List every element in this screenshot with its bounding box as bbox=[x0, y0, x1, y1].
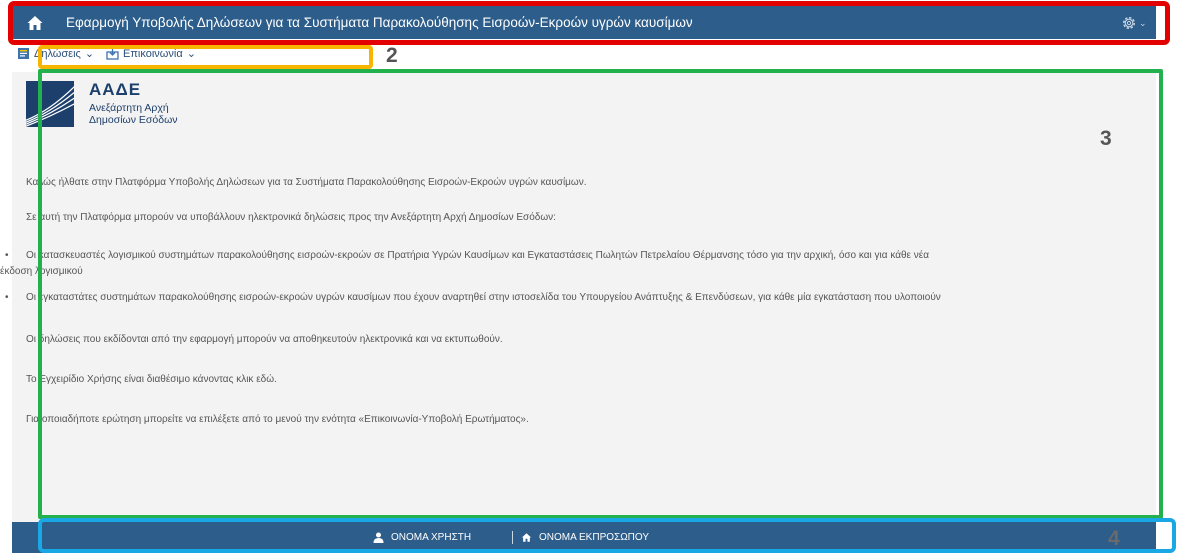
username-label: ΟΝΟΜΑ ΧΡΗΣΤΗ bbox=[391, 532, 472, 543]
document-icon bbox=[18, 48, 29, 59]
chevron-down-icon: ⌄ bbox=[1139, 17, 1147, 28]
bullet-icon: • bbox=[5, 250, 9, 261]
manual-paragraph[interactable]: Το Εγχειρίδιο Χρήσης είναι διαθέσιμο κάν… bbox=[26, 373, 277, 387]
representative-label: ΟΝΟΜΑ ΕΚΠΡΟΣΩΠΟΥ bbox=[539, 532, 650, 543]
aade-logo-mark bbox=[26, 81, 74, 127]
footer-divider bbox=[512, 531, 513, 544]
list-item-text-continued: έκδοση λογισμικού bbox=[0, 266, 83, 277]
user-icon bbox=[373, 532, 384, 543]
app-header: Εφαρμογή Υποβολής Δηλώσεων για τα Συστήμ… bbox=[12, 6, 1156, 39]
chevron-down-icon: ⌄ bbox=[84, 48, 95, 60]
footer-username[interactable]: ΟΝΟΜΑ ΧΡΗΣΤΗ bbox=[373, 532, 471, 543]
list-item-text: Οι κατασκευαστές λογισμικού συστημάτων π… bbox=[26, 250, 930, 261]
logo-abbreviation: ΑΑΔΕ bbox=[89, 80, 142, 99]
menu-item-label: Δηλώσεις bbox=[34, 47, 81, 60]
menu-item-declarations[interactable]: Δηλώσεις ⌄ bbox=[17, 47, 94, 60]
inbox-icon bbox=[106, 48, 119, 60]
intro-paragraph: Σε αυτή την Πλατφόρμα μπορούν να υποβάλλ… bbox=[26, 212, 556, 223]
bullet-icon: • bbox=[5, 292, 9, 303]
chevron-down-icon: ⌄ bbox=[186, 48, 196, 60]
annotation-number-4: 4 bbox=[1108, 527, 1120, 550]
home-button[interactable] bbox=[26, 14, 44, 32]
home-icon bbox=[521, 533, 532, 542]
gear-icon bbox=[1122, 16, 1136, 30]
annotation-number-3: 3 bbox=[1100, 127, 1112, 150]
settings-button[interactable]: ⌄ bbox=[1120, 13, 1150, 33]
questions-paragraph: Για οποιαδήποτε ερώτηση μπορείτε να επιλ… bbox=[26, 414, 529, 425]
app-title: Εφαρμογή Υποβολής Δηλώσεων για τα Συστήμ… bbox=[66, 15, 693, 30]
list-item-text: Οι εγκαταστάτες συστημάτων παρακολούθηση… bbox=[26, 292, 941, 303]
logo-name-line-2: Δημοσίων Εσόδων bbox=[89, 114, 178, 126]
aade-logo: ΑΑΔΕ Ανεξάρτητη Αρχή Δημοσίων Εσόδων bbox=[26, 80, 226, 131]
save-print-paragraph: Οι δηλώσεις που εκδίδονται από την εφαρμ… bbox=[26, 334, 503, 345]
annotation-number-2: 2 bbox=[386, 44, 398, 67]
app-footer: ΟΝΟΜΑ ΧΡΗΣΤΗ ΟΝΟΜΑ ΕΚΠΡΟΣΩΠΟΥ bbox=[12, 522, 1156, 553]
menu-item-label: Επικοινωνία bbox=[123, 47, 183, 60]
welcome-paragraph: Καλώς ήλθατε στην Πλατφόρμα Υποβολής Δηλ… bbox=[26, 177, 587, 188]
home-icon bbox=[27, 16, 43, 30]
footer-representative[interactable]: ΟΝΟΜΑ ΕΚΠΡΟΣΩΠΟΥ bbox=[521, 532, 649, 543]
logo-name-line-1: Ανεξάρτητη Αρχή bbox=[89, 102, 169, 114]
menu-bar: Δηλώσεις ⌄ Επικοινωνία ⌄ bbox=[12, 40, 1156, 70]
menu-item-contact[interactable]: Επικοινωνία ⌄ bbox=[106, 47, 196, 60]
